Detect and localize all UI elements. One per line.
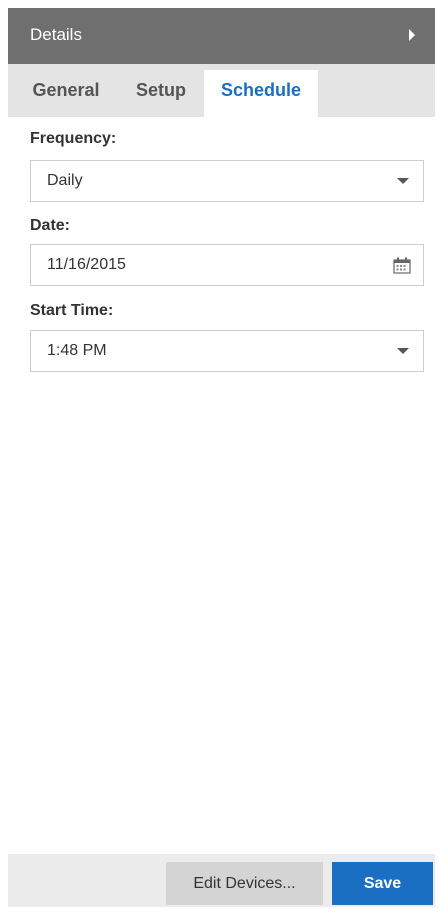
calendar-icon[interactable]	[393, 257, 411, 274]
date-label: Date:	[30, 217, 71, 234]
edit-devices-button[interactable]: Edit Devices...	[166, 862, 323, 905]
tab-schedule[interactable]: Schedule	[204, 70, 318, 117]
date-value: 11/16/2015	[47, 256, 126, 273]
chevron-down-icon[interactable]	[397, 348, 409, 354]
tab-setup[interactable]: Setup	[128, 70, 194, 111]
triangle-right-icon[interactable]	[409, 29, 415, 41]
start-time-value: 1:48 PM	[47, 342, 107, 359]
start-time-select[interactable]: 1:48 PM	[30, 330, 424, 372]
tab-bar: General Setup Schedule	[8, 64, 435, 117]
frequency-label: Frequency:	[30, 130, 117, 147]
details-header: Details	[8, 8, 435, 64]
tab-general[interactable]: General	[24, 70, 108, 111]
date-field[interactable]: 11/16/2015	[30, 244, 424, 286]
save-button[interactable]: Save	[332, 862, 433, 905]
panel-title: Details	[30, 25, 82, 44]
frequency-select[interactable]: Daily	[30, 160, 424, 202]
start-time-label: Start Time:	[30, 302, 114, 319]
details-panel: Details General Setup Schedule Frequency…	[8, 8, 435, 907]
footer-bar: Edit Devices... Save	[8, 854, 435, 907]
chevron-down-icon[interactable]	[397, 178, 409, 184]
frequency-value: Daily	[47, 172, 83, 189]
